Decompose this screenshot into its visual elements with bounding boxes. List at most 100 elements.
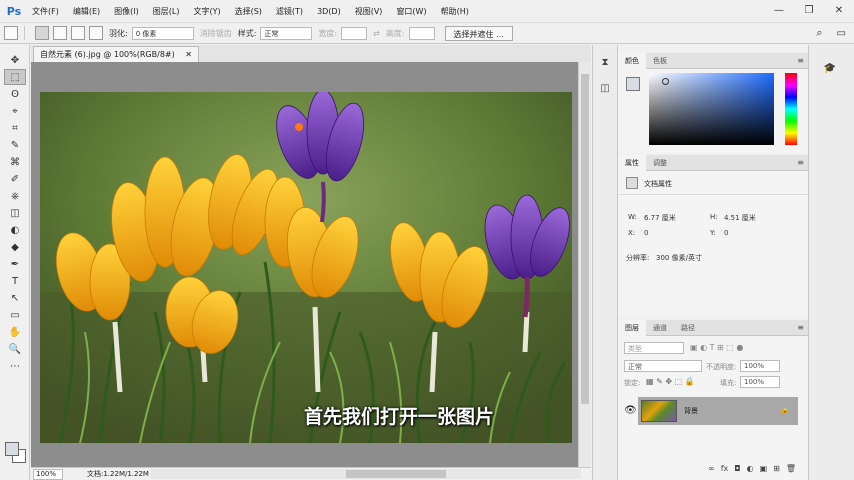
menu-3d[interactable]: 3D(D)	[310, 7, 348, 16]
width-value[interactable]: 6.77 厘米	[644, 213, 676, 223]
close-tab-icon[interactable]: ✕	[185, 50, 192, 59]
panel-menu-icon[interactable]: ≡	[797, 323, 804, 332]
menu-select[interactable]: 选择(S)	[228, 6, 269, 17]
lock-icons[interactable]: ▦ ✎ ✥ ⬚ 🔒	[646, 377, 695, 386]
path-select-tool-icon[interactable]: ↖	[4, 290, 26, 306]
menu-view[interactable]: 视图(V)	[348, 6, 390, 17]
blend-mode-select[interactable]: 正常	[624, 360, 702, 372]
opacity-input[interactable]: 100%	[740, 360, 780, 372]
learn-panel-icon[interactable]: 🎓	[821, 59, 839, 77]
dodge-tool-icon[interactable]: ◆	[4, 239, 26, 255]
panel-menu-icon[interactable]: ≡	[797, 56, 804, 65]
lasso-tool-icon[interactable]: ʘ	[4, 86, 26, 102]
tab-adjustments[interactable]: 调整	[646, 155, 674, 171]
menu-image[interactable]: 图像(I)	[107, 6, 146, 17]
height-input[interactable]	[408, 26, 435, 40]
menu-type[interactable]: 文字(Y)	[186, 6, 227, 17]
intersect-selection-icon[interactable]	[89, 26, 103, 40]
new-selection-icon[interactable]	[35, 26, 49, 40]
workspace-icon[interactable]: ▭	[837, 28, 846, 39]
tab-color[interactable]: 颜色	[618, 52, 646, 69]
subtract-selection-icon[interactable]	[71, 26, 85, 40]
antialias-checkbox[interactable]: 消除锯齿	[200, 28, 232, 39]
color-fg-swatch[interactable]	[626, 77, 640, 91]
zoom-field[interactable]: 100%	[33, 468, 63, 480]
visibility-eye-icon[interactable]: 👁	[624, 405, 637, 416]
crop-tool-icon[interactable]: ⌗	[4, 120, 26, 136]
adjustment-layer-icon[interactable]: ◐	[747, 464, 754, 473]
new-layer-icon[interactable]: ⊞	[773, 464, 780, 473]
swap-icon[interactable]: ⇄	[373, 29, 380, 38]
rectangle-tool-icon[interactable]: ▭	[4, 307, 26, 323]
delete-layer-icon[interactable]: 🗑	[786, 464, 796, 473]
marquee-tool-preset-icon[interactable]	[4, 26, 18, 40]
color-picker-handle[interactable]	[662, 78, 669, 85]
add-selection-icon[interactable]	[53, 26, 67, 40]
select-and-mask-button[interactable]: 选择并遮住 ...	[444, 25, 513, 41]
menu-edit[interactable]: 编辑(E)	[66, 6, 107, 17]
pen-tool-icon[interactable]: ✒	[4, 256, 26, 272]
layer-row-background[interactable]: 背景 🔒	[638, 397, 798, 425]
history-panel-icon[interactable]: ⧗	[596, 53, 614, 71]
horizontal-scrollbar[interactable]	[151, 469, 581, 479]
collapsed-panel-strip: ⧗ ◫	[592, 45, 618, 480]
layer-filter-icons[interactable]: ▣ ◐ T ⊞ ⬚ ●	[690, 343, 743, 352]
document-tab[interactable]: 自然元素 (6).jpg @ 100%(RGB/8#) ✕	[33, 46, 199, 62]
libraries-panel-icon[interactable]: ◫	[596, 79, 614, 97]
style-select[interactable]: 正常	[260, 26, 313, 40]
lock-icon: 🔒	[780, 405, 790, 414]
lock-label: 锁定:	[624, 379, 641, 387]
tab-swatches[interactable]: 色板	[646, 53, 674, 69]
menu-window[interactable]: 窗口(W)	[389, 6, 433, 17]
clone-stamp-tool-icon[interactable]: ⎈	[4, 188, 26, 204]
right-panels: 颜色 色板 ≡ 属性 调整 ≡ 文档属性 W: 6.77 厘米 H: 4.51 …	[618, 45, 808, 480]
x-value[interactable]: 0	[644, 229, 648, 237]
height-value[interactable]: 4.51 厘米	[724, 213, 756, 223]
status-bar: 100% 文档:1.22M/1.22M ›	[31, 467, 591, 480]
document-size-info[interactable]: 文档:1.22M/1.22M	[87, 469, 149, 479]
add-mask-icon[interactable]: ◘	[734, 464, 740, 473]
panel-menu-icon[interactable]: ≡	[797, 158, 804, 167]
quick-select-tool-icon[interactable]: ⌖	[4, 103, 26, 119]
tab-paths[interactable]: 路径	[674, 320, 702, 336]
crocus-photo	[40, 92, 572, 443]
brush-tool-icon[interactable]: ✐	[4, 171, 26, 187]
hand-tool-icon[interactable]: ✋	[4, 324, 26, 340]
tab-properties[interactable]: 属性	[618, 154, 646, 171]
more-tools-icon[interactable]: ⋯	[4, 358, 26, 374]
gradient-tool-icon[interactable]: ◐	[4, 222, 26, 238]
tab-channels[interactable]: 通道	[646, 320, 674, 336]
healing-brush-tool-icon[interactable]: ⌘	[4, 154, 26, 170]
minimize-button[interactable]: —	[764, 0, 794, 20]
link-layers-icon[interactable]: ∞	[708, 464, 715, 473]
restore-button[interactable]: ❐	[794, 0, 824, 20]
tab-layers[interactable]: 图层	[618, 319, 646, 336]
color-picker-field[interactable]	[649, 73, 774, 145]
y-value[interactable]: 0	[724, 229, 728, 237]
zoom-tool-icon[interactable]: 🔍	[4, 341, 26, 357]
y-label: Y:	[710, 229, 716, 237]
hue-slider[interactable]	[785, 73, 797, 145]
move-tool-icon[interactable]: ✥	[4, 52, 26, 68]
menu-layer[interactable]: 图层(L)	[146, 6, 187, 17]
eyedropper-tool-icon[interactable]: ✎	[4, 137, 26, 153]
marquee-tool-icon[interactable]: ⬚	[4, 69, 26, 85]
close-button[interactable]: ✕	[824, 0, 854, 20]
vertical-scrollbar[interactable]	[578, 62, 591, 467]
eraser-tool-icon[interactable]: ◫	[4, 205, 26, 221]
document-icon	[626, 177, 638, 189]
search-icon[interactable]: ⌕	[816, 26, 822, 40]
layer-style-icon[interactable]: fx	[721, 464, 729, 473]
type-tool-icon[interactable]: T	[4, 273, 26, 289]
feather-input[interactable]: 0 像素	[131, 26, 194, 40]
width-input[interactable]	[341, 26, 368, 40]
document-image[interactable]	[40, 92, 572, 443]
height-label: 高度:	[385, 28, 405, 38]
menu-help[interactable]: 帮助(H)	[434, 6, 476, 17]
layer-filter-select[interactable]: 类型	[624, 342, 684, 354]
menu-filter[interactable]: 滤镜(T)	[269, 6, 310, 17]
group-icon[interactable]: ▣	[760, 464, 768, 473]
fill-input[interactable]: 100%	[740, 376, 780, 388]
foreground-color-swatch[interactable]	[5, 442, 19, 456]
menu-file[interactable]: 文件(F)	[25, 6, 66, 17]
